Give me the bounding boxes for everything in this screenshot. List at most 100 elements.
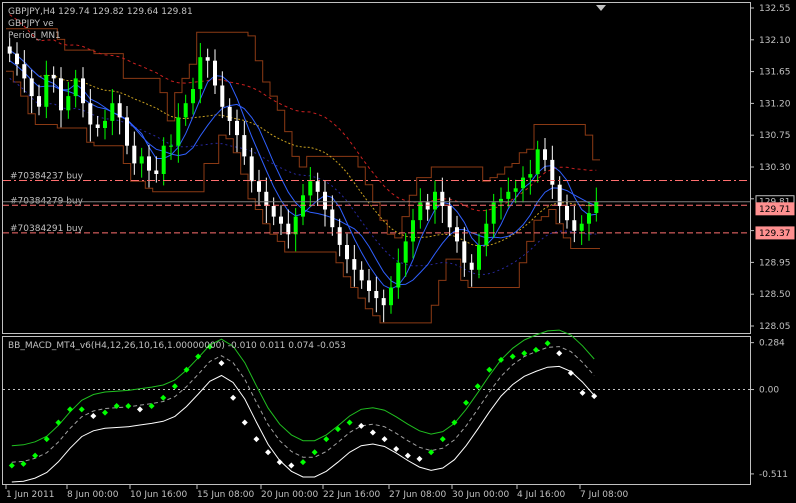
candle-body <box>572 220 577 231</box>
chart-shift-marker-icon[interactable] <box>596 5 606 11</box>
macd-dot <box>474 383 481 390</box>
macd-dot <box>369 429 376 436</box>
candle-body <box>352 259 357 270</box>
macd-dot <box>218 360 225 367</box>
y-tick-label: 128.95 <box>759 258 791 268</box>
y-tick-label: 131.20 <box>759 99 791 109</box>
x-tick-label: 1 Jun 2011 <box>6 490 54 500</box>
candle-body <box>330 209 335 228</box>
macd-dot <box>8 462 15 469</box>
macd-dot <box>346 419 353 426</box>
candle-body <box>191 89 195 104</box>
macd-dot <box>241 419 248 426</box>
x-tick-label: 20 Jun 00:00 <box>261 490 318 500</box>
candle-body <box>367 280 371 291</box>
candle-body <box>169 145 173 147</box>
candle-body <box>403 241 408 263</box>
x-tick-label: 15 Jun 08:00 <box>197 490 254 500</box>
candle-body <box>271 206 276 217</box>
candle-body <box>462 241 467 263</box>
candle-body <box>110 103 115 121</box>
macd-dot <box>311 449 318 456</box>
candle-body <box>337 227 342 245</box>
candle-body <box>154 170 159 174</box>
candle-body <box>543 149 547 160</box>
y-tick-label: 131.65 <box>759 68 791 78</box>
candle-body <box>249 156 254 182</box>
candle-body <box>293 216 298 235</box>
macd-tick-label: 0.00 <box>759 386 779 396</box>
macd-dot <box>358 422 365 429</box>
macd-dot <box>136 406 143 413</box>
candle-body <box>88 103 93 125</box>
candle-body <box>227 106 232 121</box>
candle-body <box>176 117 181 146</box>
macd-dot <box>78 406 85 413</box>
macd-dot <box>416 455 423 462</box>
candle-body <box>15 53 19 65</box>
macd-dot <box>381 436 388 443</box>
macd-dot <box>265 449 272 456</box>
x-tick-label: 7 Jul 08:00 <box>580 490 629 500</box>
candle-body <box>51 74 56 79</box>
macd-dot <box>125 403 132 410</box>
candle-body <box>374 291 379 299</box>
order-label[interactable]: #70384291 buy <box>10 224 84 234</box>
candle-body <box>242 135 247 157</box>
macd-dot <box>102 409 108 416</box>
candle-body <box>521 177 525 189</box>
y-tick-label: 132.55 <box>759 4 791 14</box>
y-tick-label: 130.75 <box>759 131 791 141</box>
macd-dot <box>393 445 400 452</box>
candle-body <box>594 201 599 213</box>
candle-body <box>565 206 569 221</box>
macd-tick-label: -0.511 <box>759 470 788 480</box>
price-level-label: 129.37 <box>759 229 791 239</box>
y-tick-label: 130.30 <box>759 163 791 173</box>
candle-body <box>103 120 107 128</box>
macd-dot <box>195 353 202 360</box>
candle-body <box>396 262 401 288</box>
order-label[interactable]: #70384237 buy <box>10 171 84 181</box>
macd-dot <box>55 419 62 426</box>
candle-body <box>440 191 445 206</box>
candle-body <box>257 181 261 192</box>
x-tick-label: 27 Jun 08:00 <box>389 490 446 500</box>
x-tick-label: 22 Jun 16:00 <box>323 490 380 500</box>
main-price-layer: #70384237 buy#70384279 buy#70384291 buy <box>3 14 750 324</box>
candle-body <box>279 216 283 224</box>
candle-body <box>411 220 415 242</box>
ma-slow-line <box>9 60 597 286</box>
candle-body <box>66 96 71 111</box>
candle-body <box>7 46 12 54</box>
x-tick-label: 10 Jun 16:00 <box>130 490 187 500</box>
candle-body <box>455 227 459 242</box>
trading-chart[interactable]: #70384237 buy#70384279 buy#70384291 buy … <box>0 0 796 503</box>
candle-body <box>579 223 584 231</box>
macd-dot <box>276 459 283 466</box>
candle-body <box>323 191 327 210</box>
macd-panel-frame <box>2 336 751 485</box>
macd-dot <box>253 436 260 443</box>
candle-body <box>433 191 437 210</box>
macd-dot <box>90 412 97 419</box>
macd-dot <box>509 353 516 360</box>
macd-dot <box>323 436 330 443</box>
candle-body <box>198 57 203 90</box>
candle-body <box>447 206 452 228</box>
candle-body <box>44 74 49 107</box>
dashed-navy-line <box>9 77 597 276</box>
macd-header: BB_MACD_MT4_v6(H4,12,26,10,16,1.00000000… <box>8 341 346 351</box>
x-tick-label: 4 Jul 16:00 <box>517 490 566 500</box>
macd-dot <box>439 436 446 443</box>
candle-body <box>301 195 305 217</box>
macd-signal-line <box>11 346 595 463</box>
macd-tick-label: 0.284 <box>759 339 785 349</box>
main-header-symbol: GBPJPY,H4 129.74 129.82 129.64 129.81 <box>8 7 193 17</box>
price-level-label: 129.71 <box>759 205 791 215</box>
candle-body <box>139 156 144 164</box>
main-header-period: Period_MN1 <box>8 31 61 41</box>
x-tick-label: 8 Jun 00:00 <box>67 490 119 500</box>
candle-body <box>381 298 386 306</box>
y-tick-label: 128.50 <box>759 290 791 300</box>
